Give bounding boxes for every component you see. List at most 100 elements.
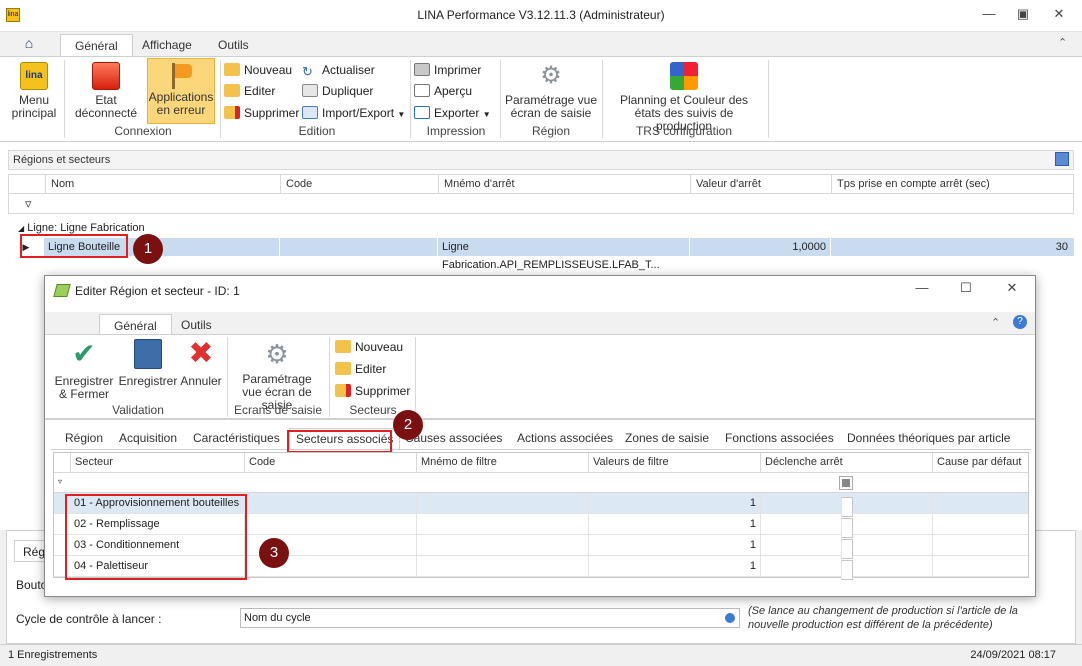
help-icon[interactable]: ? [1013,315,1027,329]
group-row[interactable]: ◢ Ligne: Ligne Fabrication [8,220,1074,236]
trs-group-label: TRS configuration [635,124,733,138]
status-bar: 1 Enregistrements 24/09/2021 08:17 [0,644,1082,666]
dialog-supprimer-button[interactable]: Supprimer [335,381,410,401]
planning-couleur-button[interactable]: Planning et Couleur des états des suivis… [606,60,762,133]
collapse-group-icon[interactable]: ◢ [18,224,24,233]
title-bar: lina LINA Performance V3.12.11.3 (Admini… [0,0,1082,32]
exporter-button[interactable]: Exporter ▼ [414,103,491,123]
column-header-nom[interactable]: Nom [45,175,281,193]
cell-valeur[interactable]: 1 [588,535,760,555]
dialog-nouveau-button[interactable]: Nouveau [335,337,403,357]
editer-button[interactable]: Editer [224,81,275,101]
home-icon[interactable]: ⌂ [14,35,44,53]
highlight-box-2 [287,430,392,453]
page-tab-fonctions-associees[interactable]: Fonctions associées [719,428,840,449]
import-export-button[interactable]: Import/Export ▼ [302,103,405,123]
collapse-ribbon-icon[interactable]: ⌃ [1058,36,1067,49]
imprimer-button[interactable]: Imprimer [414,60,481,80]
highlight-box-3 [65,494,247,580]
column-header-valeurs-filtre[interactable]: Valeurs de filtre [588,453,760,472]
badge-3: 3 [259,538,289,568]
status-left: 1 Enregistrements [8,649,98,661]
page-tab-zones-saisie[interactable]: Zones de saisie [619,428,715,449]
column-header-valeur[interactable]: Valeur d'arrêt [690,175,831,193]
dialog-tab-general[interactable]: Général [99,314,172,336]
panel-options-icon[interactable] [1055,152,1069,166]
tab-affichage[interactable]: Affichage [128,34,206,56]
group-label: Ligne: Ligne Fabrication [27,222,145,234]
dupliquer-button[interactable]: Dupliquer [302,81,373,101]
secteurs-filter-row[interactable]: ▿ [54,473,1028,493]
badge-2: 2 [393,410,423,440]
folder-edit-icon [224,84,240,97]
filter-row[interactable]: ▿ [8,194,1074,214]
cell-code[interactable] [279,238,437,256]
page-tab-strip: Région Acquisition Caractéristiques Sect… [51,428,1031,450]
close-icon[interactable]: ✕ [1044,6,1074,26]
annuler-label: Annuler [180,374,222,388]
dialog-parametrage-button[interactable]: ⚙ Paramétrage vue écran de saisie [231,339,323,412]
tab-outils[interactable]: Outils [204,34,263,56]
tab-general[interactable]: Général [60,34,133,56]
column-header-mnemo[interactable]: Mnémo d'arrêt [438,175,690,193]
etat-deconnecte-button[interactable]: Etat déconnecté [70,60,142,124]
column-header-code[interactable]: Code [244,453,416,472]
refresh-icon: ↻ [302,64,313,79]
color-palette-icon [670,62,698,90]
enregistrer-label: Enregistrer [118,374,178,388]
column-header-secteur[interactable]: Secteur [70,453,244,472]
actualiser-button[interactable]: ↻ Actualiser [302,60,375,80]
dialog-close-icon[interactable]: ✕ [997,280,1027,300]
impression-group-label: Impression [426,124,486,138]
apercu-button[interactable]: Aperçu [414,81,472,101]
window-title: LINA Performance V3.12.11.3 (Administrat… [417,8,665,22]
export-icon [414,106,430,119]
cell-valeur[interactable]: 1 [588,514,760,534]
page-tab-acquisition[interactable]: Acquisition [113,428,183,449]
cell-tps[interactable]: 30 [830,238,1072,256]
menu-principal-button[interactable]: lina Menu principal [8,60,60,124]
dialog-maximize-icon[interactable]: ☐ [951,280,981,300]
nouveau-button[interactable]: Nouveau [224,60,292,80]
page-tab-region[interactable]: Région [59,428,109,449]
cell-valeur[interactable]: 1 [588,493,760,513]
folder-edit-icon [335,362,351,375]
column-header-declenche-arret[interactable]: Déclenche arrêt [760,453,932,472]
dialog-editer-button[interactable]: Editer [335,359,386,379]
dialog-tab-outils[interactable]: Outils [167,314,226,336]
page-tab-donnees-theoriques[interactable]: Données théoriques par article [841,428,1016,449]
dropdown-arrow-icon: ▼ [397,110,406,119]
minimize-icon[interactable]: — [974,6,1004,26]
column-header-cause-defaut[interactable]: Cause par défaut [932,453,1028,472]
table-row[interactable]: ▶ Ligne Bouteille Ligne Fabrication.API_… [8,238,1074,271]
maximize-icon[interactable]: ▣ [1008,6,1038,26]
enregistrer-fermer-button[interactable]: ✔ Enregistrer & Fermer [53,339,115,401]
preview-icon [414,84,430,97]
column-header-mnemo-filtre[interactable]: Mnémo de filtre [416,453,588,472]
dialog-minimize-icon[interactable]: — [907,280,937,300]
applications-erreur-button[interactable]: Applications en erreur [147,58,215,124]
annuler-button[interactable]: ✖ Annuler [179,339,223,401]
filter-checkbox[interactable] [839,476,853,490]
printer-icon [414,63,430,76]
dialog-tab-strip: Général Outils ⌃ ? [45,312,1035,336]
parametrage-vue-button[interactable]: ⚙ Paramétrage vue écran de saisie [504,60,598,124]
dialog-collapse-icon[interactable]: ⌃ [991,316,1000,329]
cycle-input[interactable]: Nom du cycle [240,608,740,628]
column-header-tps[interactable]: Tps prise en compte arrêt (sec) [831,175,1073,193]
filter-icon[interactable]: ▿ [25,196,32,212]
supprimer-button[interactable]: Supprimer [224,103,299,123]
clear-icon[interactable] [725,613,735,623]
folder-delete-icon [335,384,351,397]
highlight-box-1 [20,234,128,258]
cell-valeur[interactable]: 1,0000 [689,238,830,256]
page-tab-caracteristiques[interactable]: Caractéristiques [187,428,286,449]
column-header-code[interactable]: Code [280,175,438,193]
cell-mnemo[interactable]: Ligne Fabrication.API_REMPLISSEUSE.LFAB_… [437,238,689,271]
page-tab-actions-associees[interactable]: Actions associées [511,428,619,449]
dialog-title: Editer Région et secteur - ID: 1 [75,284,240,298]
declenche-checkbox[interactable] [841,560,853,580]
cell-valeur[interactable]: 1 [588,556,760,576]
filter-icon[interactable]: ▿ [58,477,62,486]
enregistrer-button[interactable]: Enregistrer [117,339,179,401]
